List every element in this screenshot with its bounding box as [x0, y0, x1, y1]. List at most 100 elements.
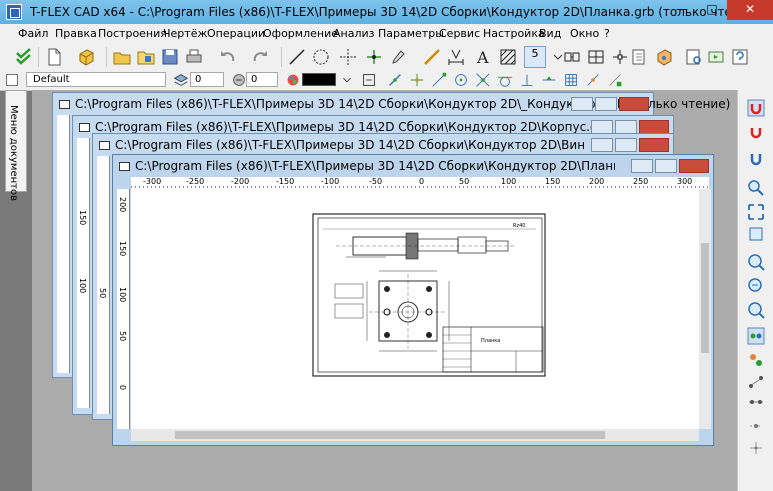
- window-close-button[interactable]: [679, 159, 709, 173]
- show-3d-nodes-icon[interactable]: [746, 438, 766, 458]
- save-icon[interactable]: [160, 47, 180, 67]
- zoom-fit-icon[interactable]: [746, 202, 766, 222]
- zoom-out-icon[interactable]: [746, 276, 766, 296]
- window-restore-button[interactable]: [595, 97, 617, 111]
- menu-parameters[interactable]: Параметры: [378, 27, 444, 40]
- window-restore-button[interactable]: [655, 159, 677, 173]
- menu-constructions[interactable]: Построения: [98, 27, 167, 40]
- hatch-tool-icon[interactable]: [498, 47, 518, 67]
- help-icon[interactable]: [730, 47, 750, 67]
- window-close-button[interactable]: [639, 138, 669, 152]
- color-swatch[interactable]: [302, 73, 336, 86]
- snap-settings-icon[interactable]: [606, 71, 624, 89]
- snap-middle-icon[interactable]: [540, 71, 558, 89]
- menu-service[interactable]: Сервис: [439, 27, 480, 40]
- 3d-model-icon[interactable]: [654, 47, 674, 67]
- styles-icon[interactable]: [3, 71, 21, 89]
- window-minimize-button[interactable]: [591, 138, 613, 152]
- close-button[interactable]: ✕: [727, 0, 773, 20]
- zoom-page-icon[interactable]: [746, 224, 766, 244]
- export-icon[interactable]: [706, 47, 726, 67]
- assembly-icon[interactable]: [586, 47, 606, 67]
- circle-tool-icon[interactable]: [311, 47, 331, 67]
- show-links-icon[interactable]: [746, 372, 766, 392]
- menu-edit[interactable]: Правка: [55, 27, 97, 40]
- open-folder-icon[interactable]: [136, 47, 156, 67]
- redo-icon[interactable]: [250, 47, 270, 67]
- view-projection-icon[interactable]: [610, 47, 630, 67]
- snap-end-icon[interactable]: [430, 71, 448, 89]
- window-minimize-button[interactable]: [591, 120, 613, 134]
- window-minimize-button[interactable]: [571, 97, 593, 111]
- menu-analysis[interactable]: Анализ: [333, 27, 375, 40]
- line-tool-icon[interactable]: [287, 47, 307, 67]
- color-palette-icon[interactable]: [284, 71, 302, 89]
- select-filter-icon[interactable]: [360, 71, 378, 89]
- drawing-canvas[interactable]: Rz40 Планка: [131, 189, 699, 429]
- show-points-icon[interactable]: [746, 416, 766, 436]
- style-combobox[interactable]: Default: [26, 72, 166, 87]
- vertical-scrollbar[interactable]: [699, 189, 711, 429]
- zoom-previous-icon[interactable]: [746, 300, 766, 320]
- menu-design[interactable]: Оформление: [263, 27, 338, 40]
- text-tool-icon[interactable]: A: [474, 47, 494, 67]
- minimize-button[interactable]: —: [667, 0, 697, 20]
- vertical-scroll-thumb[interactable]: [701, 243, 709, 353]
- window-minimize-button[interactable]: [631, 159, 653, 173]
- menu-help[interactable]: ?: [604, 27, 610, 40]
- horizontal-scrollbar[interactable]: [131, 429, 699, 441]
- show-constraints-icon[interactable]: [746, 392, 766, 412]
- snap-magnet-icon[interactable]: [746, 124, 766, 144]
- maximize-button[interactable]: □: [697, 0, 727, 20]
- menu-view[interactable]: Вид: [539, 27, 561, 40]
- menu-window[interactable]: Окно: [570, 27, 599, 40]
- snap-perpendicular-icon[interactable]: [518, 71, 536, 89]
- modify-tool-icon[interactable]: [392, 47, 412, 67]
- layers-icon[interactable]: [172, 71, 190, 89]
- snap-center-icon[interactable]: [452, 71, 470, 89]
- fragment-icon[interactable]: [562, 47, 582, 67]
- new-3d-icon[interactable]: [76, 47, 96, 67]
- print-icon[interactable]: [184, 47, 204, 67]
- window-restore-button[interactable]: [615, 138, 637, 152]
- select-magnet-icon[interactable]: [746, 98, 766, 118]
- horizontal-scroll-thumb[interactable]: [175, 431, 605, 439]
- line-width-selector[interactable]: 5: [524, 46, 546, 68]
- menu-operations[interactable]: Операции: [207, 27, 265, 40]
- snap-node-icon[interactable]: [408, 71, 426, 89]
- construction-lines-icon[interactable]: [338, 47, 358, 67]
- snap-point-icon[interactable]: [584, 71, 602, 89]
- zoom-in-icon[interactable]: [746, 252, 766, 272]
- preview-icon[interactable]: [684, 47, 704, 67]
- open-file-icon[interactable]: [112, 47, 132, 67]
- document-window-planka[interactable]: C:\Program Files (x86)\T-FLEX\Примеры 3D…: [112, 154, 714, 446]
- snap-icon[interactable]: [386, 71, 404, 89]
- node-tool-icon[interactable]: [364, 47, 384, 67]
- level-field[interactable]: 0: [246, 72, 278, 87]
- color-dropdown-icon[interactable]: [338, 71, 356, 89]
- snap-grid-icon[interactable]: [562, 71, 580, 89]
- window-title: C:\Program Files (x86)\T-FLEX\Примеры 3D…: [115, 138, 585, 152]
- snap-tangent-icon[interactable]: [496, 71, 514, 89]
- window-close-button[interactable]: [639, 120, 669, 134]
- menu-drawing[interactable]: Чертёж: [163, 27, 207, 40]
- zoom-window-icon[interactable]: [746, 178, 766, 198]
- title-block-text: Планка: [481, 338, 500, 344]
- confirm-icon[interactable]: [14, 47, 34, 67]
- show-dimensions-icon[interactable]: [746, 350, 766, 370]
- dimension-tool-icon[interactable]: [446, 47, 466, 67]
- snap-intersect-icon[interactable]: [474, 71, 492, 89]
- window-restore-button[interactable]: [615, 120, 637, 134]
- highlight-magnet-icon[interactable]: [746, 150, 766, 170]
- new-file-icon[interactable]: [44, 47, 64, 67]
- show-nodes-icon[interactable]: [746, 326, 766, 346]
- layer-field[interactable]: 0: [190, 72, 224, 87]
- toolbar-separator: [106, 47, 107, 67]
- undo-icon[interactable]: [218, 47, 238, 67]
- pages-icon[interactable]: [630, 47, 650, 67]
- menu-file[interactable]: Файл: [18, 27, 48, 40]
- window-close-button[interactable]: [619, 97, 649, 111]
- document-menu-panel[interactable]: Меню документов: [5, 90, 27, 201]
- menu-settings[interactable]: Настройка: [483, 27, 545, 40]
- graphic-line-icon[interactable]: [422, 47, 442, 67]
